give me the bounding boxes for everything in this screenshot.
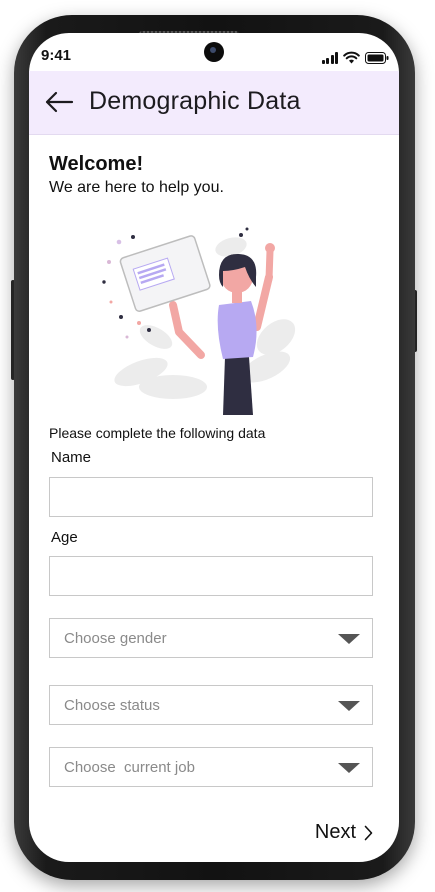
- welcome-heading: Welcome!: [49, 153, 144, 175]
- age-input[interactable]: [49, 556, 373, 596]
- phone-frame: 9:41 Demographic Data Welcome! We are he…: [14, 15, 415, 880]
- arrow-left-icon: [45, 91, 74, 113]
- chevron-right-icon: [364, 825, 373, 840]
- caret-down-icon: [338, 701, 360, 711]
- front-camera: [204, 42, 224, 62]
- status-select-placeholder: Choose status: [64, 697, 160, 714]
- form-instruction: Please complete the following data: [49, 425, 266, 441]
- next-button[interactable]: Next: [315, 821, 373, 844]
- status-bar: 9:41: [29, 33, 399, 71]
- gender-select[interactable]: Choose gender: [49, 618, 373, 658]
- wifi-icon: [343, 51, 360, 64]
- status-time: 9:41: [41, 47, 72, 64]
- welcome-illustration: [102, 227, 296, 415]
- caret-down-icon: [338, 763, 360, 773]
- back-button[interactable]: [43, 88, 75, 116]
- phone-screen: 9:41 Demographic Data Welcome! We are he…: [29, 33, 399, 862]
- status-icons: [321, 50, 390, 64]
- job-select[interactable]: Choose current job: [49, 747, 373, 787]
- welcome-subtitle: We are here to help you.: [49, 179, 224, 196]
- battery-icon: [365, 52, 389, 64]
- device-stage: 9:41 Demographic Data Welcome! We are he…: [0, 0, 435, 892]
- next-button-label: Next: [314, 821, 356, 843]
- age-label: Age: [51, 529, 78, 546]
- page-title: Demographic Data: [89, 87, 301, 115]
- job-select-placeholder: Choose current job: [64, 759, 195, 776]
- name-input[interactable]: [49, 477, 373, 517]
- name-label: Name: [51, 449, 92, 466]
- gender-select-placeholder: Choose gender: [64, 630, 167, 647]
- status-select[interactable]: Choose status: [49, 685, 373, 725]
- caret-down-icon: [338, 634, 360, 644]
- app-bar: Demographic Data: [29, 71, 399, 135]
- signal-icon: [321, 52, 338, 64]
